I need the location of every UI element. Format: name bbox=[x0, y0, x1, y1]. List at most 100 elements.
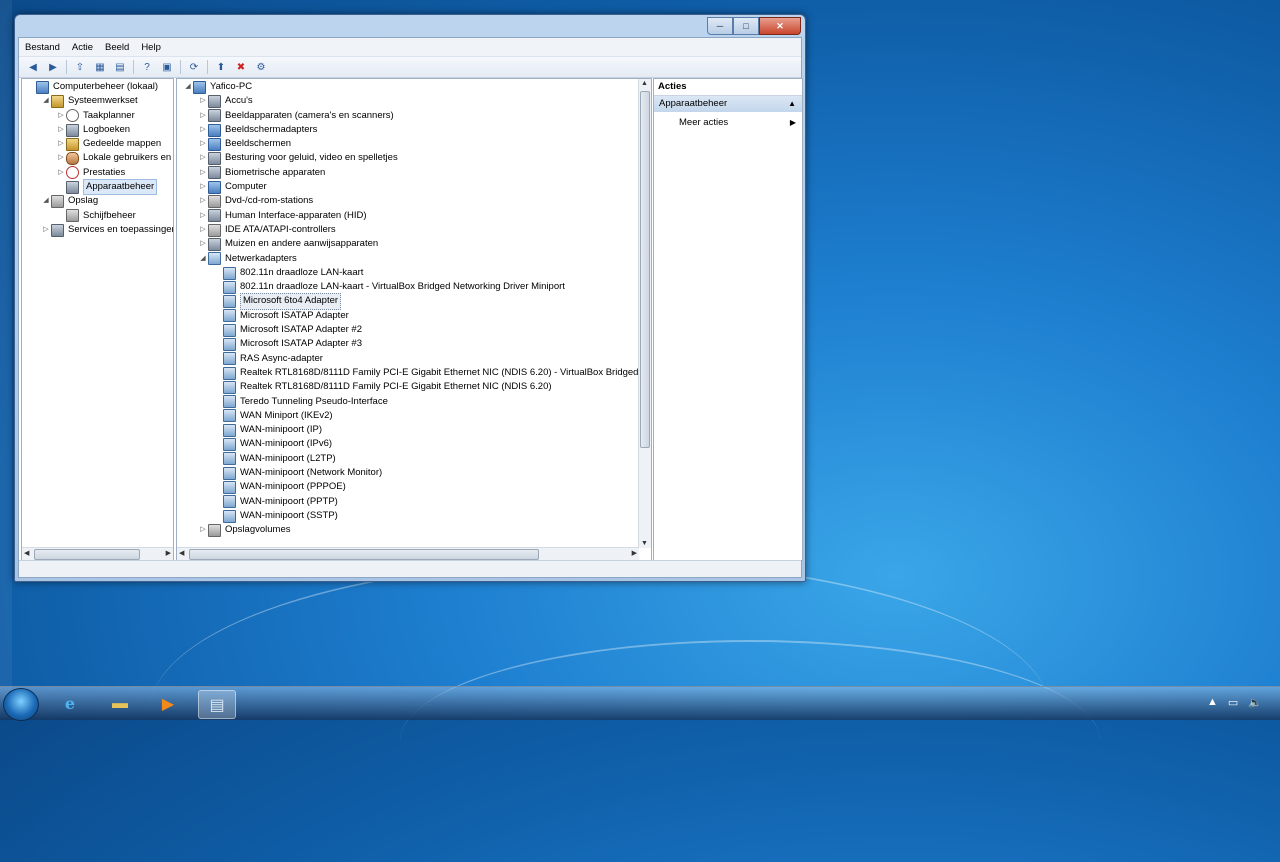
back-icon[interactable]: ◀ bbox=[26, 60, 40, 74]
scroll-right-icon[interactable]: ▶ bbox=[166, 549, 171, 557]
tree-row[interactable]: WAN-minipoort (PPPOE) bbox=[177, 480, 651, 494]
tree-row[interactable]: ▷ IDE ATA/ATAPI-controllers bbox=[177, 223, 651, 237]
tree-row[interactable]: ◢ Yafico-PC bbox=[177, 80, 651, 94]
tree-row[interactable]: ▷ Besturing voor geluid, video en spellet… bbox=[177, 151, 651, 166]
actions-section-device-manager[interactable]: Apparaatbeheer ▲ bbox=[654, 96, 802, 112]
tree-row[interactable]: ▷ Taakplanner bbox=[22, 109, 173, 123]
collapse-icon[interactable]: ◢ bbox=[41, 94, 51, 108]
tree-row[interactable]: Realtek RTL8168D/8111D Family PCI-E Giga… bbox=[177, 366, 651, 380]
forward-icon[interactable]: ▶ bbox=[46, 60, 60, 74]
expand-icon[interactable]: ▷ bbox=[56, 137, 66, 151]
tree-row[interactable]: Computerbeheer (lokaal) bbox=[22, 80, 173, 94]
tree-row[interactable]: RAS Async-adapter bbox=[177, 352, 651, 366]
expand-icon[interactable]: ▷ bbox=[198, 151, 208, 165]
update-driver-icon[interactable]: ⬆ bbox=[214, 60, 228, 74]
tree-row[interactable]: WAN-minipoort (L2TP) bbox=[177, 452, 651, 466]
expand-icon[interactable]: ▷ bbox=[198, 237, 208, 251]
tree-row[interactable]: ▷ Beeldapparaten (camera's en scanners) bbox=[177, 109, 651, 123]
minimize-button[interactable]: ─ bbox=[707, 17, 733, 35]
collapse-icon[interactable]: ◢ bbox=[41, 194, 51, 208]
tree-row[interactable]: ▷ Gedeelde mappen bbox=[22, 137, 173, 151]
media-player-icon[interactable]: ▶ bbox=[150, 690, 186, 717]
device-hscroll-thumb[interactable] bbox=[189, 549, 539, 560]
expand-icon[interactable]: ▷ bbox=[56, 123, 66, 137]
scroll-up-icon[interactable]: ▲ bbox=[641, 80, 648, 87]
enable-device-icon[interactable]: ⚙ bbox=[254, 60, 268, 74]
show-action-pane-icon[interactable]: ▣ bbox=[160, 60, 174, 74]
expand-icon[interactable]: ▷ bbox=[198, 194, 208, 208]
expand-icon[interactable]: ▷ bbox=[56, 109, 66, 123]
tree-row[interactable]: Microsoft ISATAP Adapter #2 bbox=[177, 323, 651, 337]
close-button[interactable]: ✕ bbox=[759, 17, 801, 35]
more-actions-item[interactable]: Meer acties ▶ bbox=[654, 115, 802, 131]
expand-icon[interactable]: ▷ bbox=[56, 166, 66, 180]
expand-icon[interactable]: ▷ bbox=[198, 123, 208, 137]
device-vertical-scrollbar[interactable]: ▲ ▼ bbox=[638, 79, 651, 548]
show-hide-tree-icon[interactable]: ▦ bbox=[93, 60, 107, 74]
volume-icon[interactable]: 🔈 bbox=[1248, 696, 1262, 709]
scroll-left-icon[interactable]: ◀ bbox=[179, 549, 184, 557]
internet-explorer-icon[interactable]: e bbox=[52, 690, 88, 717]
expand-icon[interactable]: ▷ bbox=[198, 109, 208, 123]
scroll-right-icon[interactable]: ▶ bbox=[632, 549, 637, 557]
expand-icon[interactable]: ▷ bbox=[41, 223, 51, 237]
help-icon[interactable]: ? bbox=[140, 60, 154, 74]
maximize-button[interactable]: □ bbox=[733, 17, 759, 35]
tree-row[interactable]: ▷ Muizen en andere aanwijsapparaten bbox=[177, 237, 651, 251]
tree-row[interactable]: ▷ Opslagvolumes bbox=[177, 523, 651, 537]
tree-row[interactable]: ▷ Dvd-/cd-rom-stations bbox=[177, 194, 651, 209]
explorer-folder-icon[interactable]: ▬ bbox=[102, 690, 138, 717]
tree-row[interactable]: ▷ Accu's bbox=[177, 94, 651, 108]
expand-icon[interactable]: ▷ bbox=[198, 209, 208, 223]
tree-row[interactable]: WAN-minipoort (Network Monitor) bbox=[177, 466, 651, 480]
network-tray-icon[interactable]: ▭ bbox=[1228, 696, 1238, 709]
computer-management-task-icon[interactable]: ▤ bbox=[198, 690, 236, 719]
properties-icon[interactable]: ▤ bbox=[113, 60, 127, 74]
expand-icon[interactable]: ▷ bbox=[56, 151, 66, 165]
tree-row[interactable]: WAN-minipoort (PPTP) bbox=[177, 495, 651, 509]
tree-row[interactable]: Apparaatbeheer bbox=[22, 179, 173, 196]
tree-row[interactable]: ▷ Services en toepassingen bbox=[22, 223, 173, 237]
tree-row[interactable]: Microsoft ISATAP Adapter #3 bbox=[177, 337, 651, 351]
tree-row[interactable]: 802.11n draadloze LAN-kaart bbox=[177, 266, 651, 280]
device-vscroll-thumb[interactable] bbox=[640, 91, 650, 448]
menu-bestand[interactable]: Bestand bbox=[25, 42, 60, 53]
tree-row[interactable]: ▷ Beeldschermen bbox=[177, 137, 651, 151]
tree-row[interactable]: ◢ Netwerkadapters bbox=[177, 252, 651, 266]
scroll-down-icon[interactable]: ▼ bbox=[641, 540, 648, 547]
expand-icon[interactable]: ▷ bbox=[198, 166, 208, 180]
collapse-up-icon[interactable]: ▲ bbox=[788, 96, 796, 112]
left-hscroll-thumb[interactable] bbox=[34, 549, 140, 560]
tree-row[interactable]: ▷ Beeldschermadapters bbox=[177, 123, 651, 137]
tree-row[interactable]: 802.11n draadloze LAN-kaart - VirtualBox… bbox=[177, 280, 651, 294]
expand-icon[interactable]: ▷ bbox=[198, 137, 208, 151]
collapse-icon[interactable]: ◢ bbox=[198, 252, 208, 266]
tree-row[interactable]: ▷ Computer bbox=[177, 180, 651, 194]
uninstall-icon[interactable]: ✖ bbox=[234, 60, 248, 74]
expand-icon[interactable]: ▷ bbox=[198, 180, 208, 194]
tree-row[interactable]: ▷ Lokale gebruikers en gr bbox=[22, 151, 173, 166]
left-horizontal-scrollbar[interactable]: ◀ ▶ bbox=[22, 547, 173, 560]
scroll-left-icon[interactable]: ◀ bbox=[24, 549, 29, 557]
scan-hardware-icon[interactable]: ⟳ bbox=[187, 60, 201, 74]
tree-row[interactable]: WAN Miniport (IKEv2) bbox=[177, 409, 651, 423]
tree-row[interactable]: ▷ Human Interface-apparaten (HID) bbox=[177, 209, 651, 223]
up-folder-icon[interactable]: ⇧ bbox=[73, 60, 87, 74]
tree-row[interactable]: ▷ Prestaties bbox=[22, 166, 173, 180]
tree-row[interactable]: WAN-minipoort (IP) bbox=[177, 423, 651, 437]
tree-row[interactable]: ◢ Opslag bbox=[22, 194, 173, 209]
tree-row[interactable]: WAN-minipoort (IPv6) bbox=[177, 437, 651, 452]
tree-row[interactable]: Microsoft 6to4 Adapter bbox=[177, 293, 651, 310]
start-button[interactable] bbox=[3, 688, 39, 721]
show-hidden-icons-icon[interactable]: ▲ bbox=[1207, 696, 1218, 709]
tree-row[interactable]: ◢ Systeemwerkset bbox=[22, 94, 173, 108]
menu-actie[interactable]: Actie bbox=[72, 42, 93, 53]
tree-row[interactable]: Realtek RTL8168D/8111D Family PCI-E Giga… bbox=[177, 380, 651, 394]
expand-icon[interactable]: ▷ bbox=[198, 523, 208, 537]
menu-beeld[interactable]: Beeld bbox=[105, 42, 129, 53]
expand-icon[interactable]: ▷ bbox=[198, 223, 208, 237]
device-horizontal-scrollbar[interactable]: ◀ ▶ bbox=[177, 547, 639, 560]
expand-icon[interactable]: ▷ bbox=[198, 94, 208, 108]
collapse-icon[interactable]: ◢ bbox=[183, 80, 193, 94]
menu-help[interactable]: Help bbox=[141, 42, 161, 53]
